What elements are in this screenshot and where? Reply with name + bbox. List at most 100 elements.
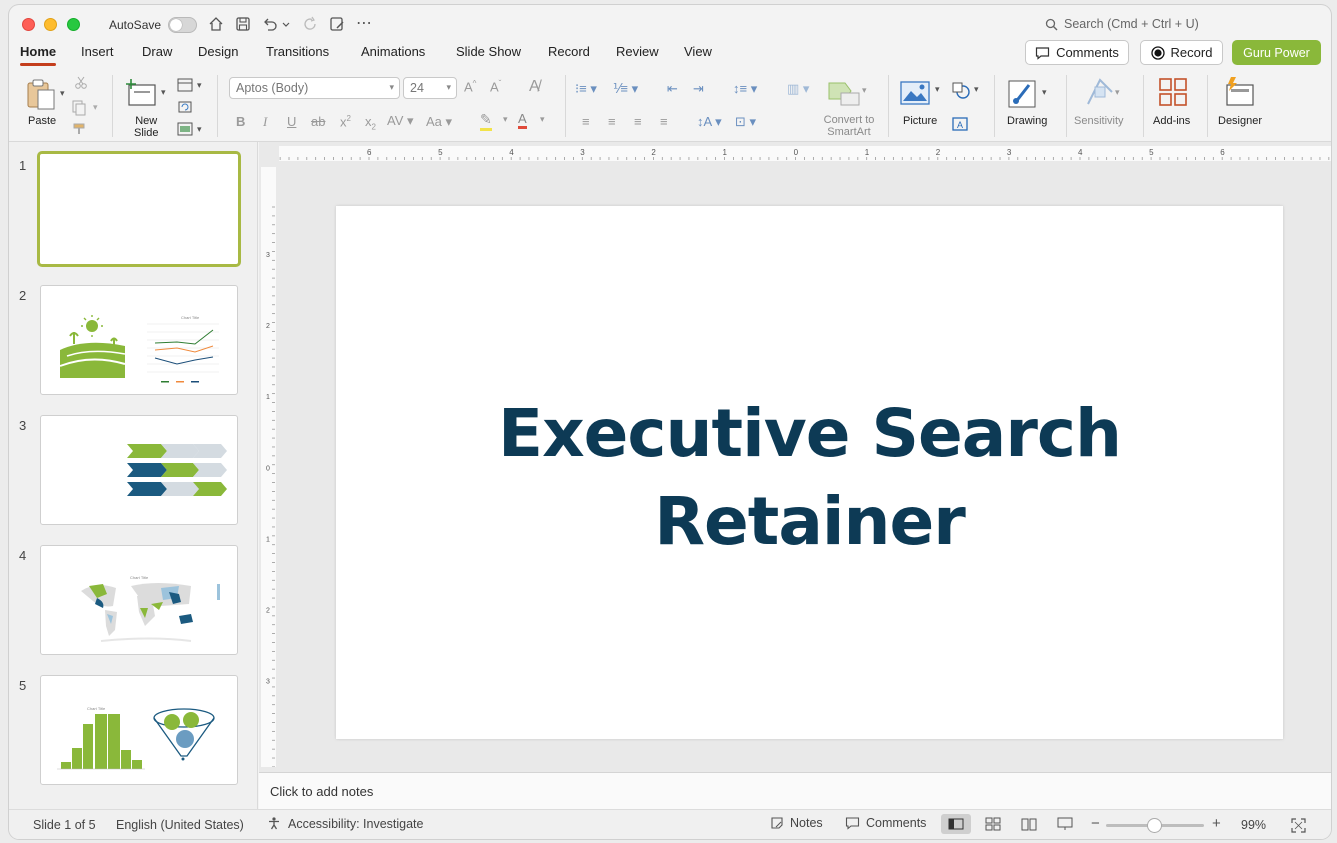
undo-icon[interactable]: [261, 15, 279, 33]
italic-icon[interactable]: I: [263, 114, 267, 130]
language-status[interactable]: English (United States): [116, 818, 244, 832]
reset-slide-icon[interactable]: [177, 100, 193, 114]
section-icon[interactable]: [177, 122, 193, 136]
accessibility-status[interactable]: Accessibility: Investigate: [267, 816, 423, 831]
tab-home[interactable]: Home: [20, 44, 57, 66]
copy-icon[interactable]: [71, 100, 89, 116]
slide-thumbnail-5[interactable]: Chart Title: [40, 675, 238, 785]
slide-title[interactable]: Executive Search Retainer: [336, 390, 1283, 566]
paste-icon[interactable]: [24, 77, 58, 111]
tab-transitions[interactable]: Transitions: [266, 44, 329, 59]
record-button[interactable]: Record: [1140, 40, 1223, 65]
line-spacing-icon[interactable]: ↕≡ ▾: [733, 81, 757, 97]
columns-icon[interactable]: ▥ ▾: [787, 81, 809, 97]
align-left-icon[interactable]: ≡: [582, 114, 590, 129]
more-icon[interactable]: ⋯: [356, 13, 372, 32]
minimize-window-button[interactable]: [44, 18, 57, 31]
slide-sorter-button[interactable]: [978, 814, 1008, 834]
slide-show-button[interactable]: [1050, 814, 1080, 834]
save-icon[interactable]: [234, 15, 252, 33]
vertical-ruler[interactable]: 3 2 1 0 1 2 3: [261, 167, 276, 767]
clear-formatting-icon[interactable]: A̸: [529, 78, 540, 96]
picture-icon[interactable]: [900, 81, 930, 105]
maximize-window-button[interactable]: [67, 18, 80, 31]
justify-icon[interactable]: ≡: [660, 114, 668, 129]
reading-view-button[interactable]: [1014, 814, 1044, 834]
comments-toggle[interactable]: Comments: [845, 816, 926, 830]
add-ins-icon[interactable]: [1158, 77, 1188, 107]
slide-thumbnail-2[interactable]: Chart Title: [40, 285, 238, 395]
notes-pane[interactable]: Click to add notes: [259, 772, 1331, 809]
shapes-icon[interactable]: [950, 81, 972, 101]
zoom-level[interactable]: 99%: [1241, 818, 1266, 832]
tab-animations[interactable]: Animations: [361, 44, 425, 59]
convert-smartart-icon[interactable]: [827, 81, 861, 107]
notes-toggle[interactable]: Notes: [770, 816, 823, 830]
autosave-toggle[interactable]: [168, 17, 197, 33]
horizontal-ruler[interactable]: 6 5 4 3 2 1 0 1 2 3 4 5 6: [279, 146, 1331, 161]
undo-dropdown-icon[interactable]: [281, 15, 291, 33]
align-right-icon[interactable]: ≡: [634, 114, 642, 129]
increase-indent-icon[interactable]: ⇥: [693, 81, 704, 97]
fit-to-window-icon[interactable]: [1291, 818, 1306, 833]
copy-dropdown-icon[interactable]: ▾: [93, 102, 98, 113]
designer-icon[interactable]: [1223, 75, 1257, 107]
decrease-font-size-icon[interactable]: Aˇ: [490, 79, 501, 94]
tab-design[interactable]: Design: [198, 44, 238, 59]
zoom-in-button[interactable]: +: [1212, 815, 1221, 832]
slide-editor[interactable]: 6 5 4 3 2 1 0 1 2 3 4 5 6 3 2 1 0 1 2 3 Executive Search R…: [259, 142, 1331, 772]
underline-icon[interactable]: U: [287, 114, 296, 129]
drawing-dropdown-icon[interactable]: ▾: [1042, 87, 1047, 98]
zoom-slider-thumb[interactable]: [1147, 818, 1162, 833]
character-spacing-icon[interactable]: AV ▾: [387, 113, 414, 129]
text-direction-icon[interactable]: ↕A ▾: [697, 114, 722, 130]
font-name-combo[interactable]: Aptos (Body) ▾: [229, 77, 400, 99]
customize-qat-icon[interactable]: [328, 15, 346, 33]
close-window-button[interactable]: [22, 18, 35, 31]
align-text-icon[interactable]: ⊡ ▾: [735, 114, 756, 130]
new-slide-icon[interactable]: [126, 77, 158, 109]
format-painter-icon[interactable]: [72, 122, 88, 136]
comments-button[interactable]: Comments: [1025, 40, 1129, 65]
align-center-icon[interactable]: ≡: [608, 114, 616, 129]
guru-power-button[interactable]: Guru Power: [1232, 40, 1321, 65]
increase-font-size-icon[interactable]: A^: [464, 79, 476, 94]
layout-dropdown-icon[interactable]: ▾: [197, 80, 202, 91]
search-box[interactable]: Search (Cmd + Ctrl + U): [1045, 17, 1199, 31]
drawing-icon[interactable]: [1007, 77, 1039, 109]
section-dropdown-icon[interactable]: ▾: [197, 124, 202, 135]
bold-icon[interactable]: B: [236, 114, 245, 129]
highlight-icon[interactable]: ✎: [480, 111, 492, 131]
sensitivity-icon[interactable]: [1085, 77, 1115, 107]
slide-thumbnail-4[interactable]: Chart Title: [40, 545, 238, 655]
tab-draw[interactable]: Draw: [142, 44, 172, 59]
slide-canvas[interactable]: Executive Search Retainer: [336, 206, 1283, 739]
change-case-icon[interactable]: Aa ▾: [426, 114, 452, 130]
font-size-combo[interactable]: 24 ▾: [403, 77, 457, 99]
tab-insert[interactable]: Insert: [81, 44, 114, 59]
picture-dropdown-icon[interactable]: ▾: [935, 84, 940, 95]
home-icon[interactable]: [207, 15, 225, 33]
highlight-dropdown-icon[interactable]: ▾: [503, 114, 508, 125]
tab-review[interactable]: Review: [616, 44, 659, 59]
zoom-out-button[interactable]: −: [1091, 815, 1100, 832]
shapes-dropdown-icon[interactable]: ▾: [974, 84, 979, 95]
superscript-icon[interactable]: x2: [340, 114, 351, 129]
redo-icon[interactable]: [301, 15, 319, 33]
tab-slide-show[interactable]: Slide Show: [456, 44, 521, 59]
text-box-icon[interactable]: A: [951, 116, 969, 132]
tab-record[interactable]: Record: [548, 44, 590, 59]
font-color-dropdown-icon[interactable]: ▾: [540, 114, 545, 125]
tab-view[interactable]: View: [684, 44, 712, 59]
slide-thumbnails-pane[interactable]: 1 2 Chart Title 3 4 Chart Title 5 Chart …: [9, 142, 258, 809]
convert-smartart-dropdown-icon[interactable]: ▾: [862, 85, 867, 96]
sensitivity-dropdown-icon[interactable]: ▾: [1115, 87, 1120, 98]
slide-thumbnail-1[interactable]: [37, 151, 241, 267]
bullets-icon[interactable]: ⁝≡ ▾: [575, 81, 597, 97]
cut-icon[interactable]: [74, 76, 88, 90]
paste-dropdown-icon[interactable]: ▾: [60, 88, 65, 99]
layout-icon[interactable]: [177, 78, 193, 92]
subscript-icon[interactable]: x2: [365, 114, 376, 132]
normal-view-button[interactable]: [941, 814, 971, 834]
font-color-icon[interactable]: A: [518, 111, 527, 129]
